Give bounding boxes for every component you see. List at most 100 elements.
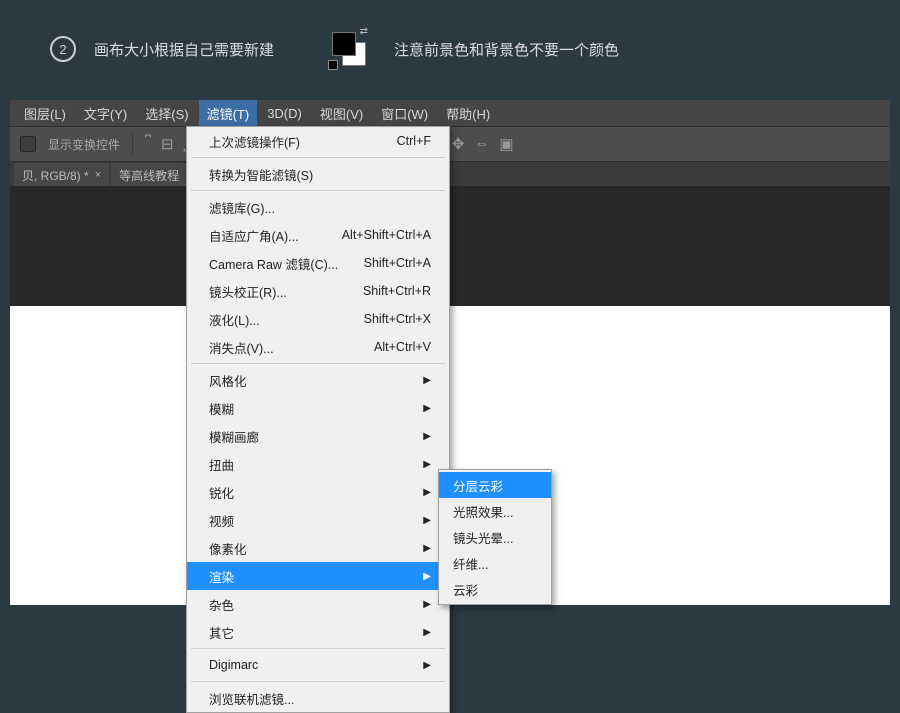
submenu-item-label: 分层云彩 [453, 476, 503, 495]
menu-view[interactable]: 视图(V) [312, 100, 371, 127]
filter-menu-item[interactable]: 浏览联机滤镜... [187, 684, 449, 712]
submenu-item[interactable]: 云彩 [439, 576, 551, 602]
menu-item-shortcut: Ctrl+F [397, 134, 431, 148]
filter-menu-item[interactable]: 液化(L)... Shift+Ctrl+X [187, 305, 449, 333]
menu-item-label: Digimarc [209, 658, 258, 672]
filter-menu-item[interactable]: 模糊画廊▶ [187, 422, 449, 450]
filter-menu-item[interactable]: 上次滤镜操作(F) Ctrl+F [187, 127, 449, 155]
filter-menu-item[interactable]: 渲染 ▶ [187, 562, 449, 590]
submenu-arrow-icon: ▶ [423, 375, 431, 386]
align-vcenter-icon[interactable]: ⊟ [161, 135, 174, 153]
doc-tab-2-label: 等高线教程 [119, 167, 179, 184]
menubar: 图层(L) 文字(Y) 选择(S) 滤镜(T) 3D(D) 视图(V) 窗口(W… [10, 100, 890, 127]
menu-item-label: 像素化 [209, 539, 247, 558]
step-number: 2 [59, 42, 66, 57]
submenu-item-label: 纤维... [453, 554, 488, 573]
close-icon[interactable]: × [95, 169, 101, 181]
options-bar: 显示变换控件 ⎴ ⊟ ⎵ ⎡ ⊞ ⎦ ▥ ▤ 3D 模式： ☁ ⟳ ✥ ⇔ ▣ [10, 127, 890, 162]
menu-item-label: 镜头校正(R)... [209, 282, 287, 301]
doc-tab-1[interactable]: 贝, RGB/8) * × [14, 163, 109, 188]
doc-tab-1-label: 贝, RGB/8) * [22, 167, 89, 184]
submenu-arrow-icon: ▶ [423, 515, 431, 526]
default-colors-icon [328, 60, 338, 70]
submenu-item-label: 光照效果... [453, 502, 513, 521]
menu-item-label: 自适应广角(A)... [209, 226, 299, 245]
menu-item-shortcut: Shift+Ctrl+R [363, 284, 431, 298]
tutorial-instruction-row: 2 画布大小根据自己需要新建 ⇄ 注意前景色和背景色不要一个颜色 [50, 32, 880, 66]
submenu-item[interactable]: 纤维... [439, 550, 551, 576]
show-transform-controls-checkbox[interactable] [20, 136, 36, 152]
align-top-icon[interactable]: ⎴ [145, 135, 151, 153]
doc-tab-2[interactable]: 等高线教程 [111, 163, 187, 188]
menu-item-label: 液化(L)... [209, 310, 260, 329]
submenu-item[interactable]: 光照效果... [439, 498, 551, 524]
filter-menu-item[interactable]: 视频 ▶ [187, 506, 449, 534]
menu-type[interactable]: 文字(Y) [76, 100, 135, 127]
menu-select[interactable]: 选择(S) [137, 100, 196, 127]
submenu-item-label: 云彩 [453, 580, 478, 599]
submenu-arrow-icon: ▶ [423, 459, 431, 470]
menu-item-label: 上次滤镜操作(F) [209, 132, 300, 151]
filter-menu-item[interactable]: 转换为智能滤镜(S) [187, 160, 449, 188]
document-tabs: 贝, RGB/8) * × 等高线教程 [10, 162, 890, 188]
submenu-arrow-icon: ▶ [423, 571, 431, 582]
filter-menu-item[interactable]: 自适应广角(A)... Alt+Shift+Ctrl+A [187, 221, 449, 249]
foreground-background-swatch: ⇄ [332, 32, 366, 66]
filter-menu-item[interactable]: Digimarc ▶ [187, 651, 449, 679]
submenu-item[interactable]: 分层云彩 [439, 472, 551, 498]
slide-icon[interactable]: ⇔ [474, 135, 489, 153]
filter-menu-item[interactable]: 锐化 ▶ [187, 478, 449, 506]
menu-3d[interactable]: 3D(D) [259, 102, 310, 125]
menu-filter[interactable]: 滤镜(T) [199, 100, 258, 127]
filter-menu-item[interactable]: 滤镜库(G)... [187, 193, 449, 221]
menu-separator [191, 648, 445, 649]
menu-item-label: 浏览联机滤镜... [209, 689, 294, 708]
menu-layer[interactable]: 图层(L) [16, 100, 74, 127]
menu-item-label: 模糊画廊 [209, 427, 259, 446]
menu-separator [191, 157, 445, 158]
filter-menu-item[interactable]: 像素化 ▶ [187, 534, 449, 562]
menu-separator [191, 363, 445, 364]
instruction-text-2: 注意前景色和背景色不要一个颜色 [394, 39, 619, 60]
camera-icon[interactable]: ▣ [499, 135, 513, 153]
submenu-arrow-icon: ▶ [423, 660, 431, 671]
submenu-item-label: 镜头光晕... [453, 528, 513, 547]
menu-item-label: 杂色 [209, 595, 234, 614]
menu-item-label: Camera Raw 滤镜(C)... [209, 254, 338, 273]
menu-item-label: 消失点(V)... [209, 338, 274, 357]
menu-separator [191, 681, 445, 682]
menu-window[interactable]: 窗口(W) [373, 100, 436, 127]
submenu-arrow-icon: ▶ [423, 543, 431, 554]
filter-dropdown-menu: 上次滤镜操作(F)Ctrl+F转换为智能滤镜(S)滤镜库(G)...自适应广角(… [186, 126, 450, 713]
menu-item-shortcut: Alt+Shift+Ctrl+A [342, 228, 431, 242]
filter-menu-item[interactable]: 消失点(V)... Alt+Ctrl+V [187, 333, 449, 361]
menu-item-label: 锐化 [209, 483, 234, 502]
menu-item-label: 扭曲 [209, 455, 234, 474]
swap-colors-icon: ⇄ [360, 26, 368, 37]
menu-item-label: 模糊 [209, 399, 234, 418]
instruction-text-1: 画布大小根据自己需要新建 [94, 39, 274, 60]
filter-menu-item[interactable]: 扭曲 ▶ [187, 450, 449, 478]
menu-item-label: 转换为智能滤镜(S) [209, 165, 313, 184]
submenu-arrow-icon: ▶ [423, 403, 431, 414]
show-transform-controls-label: 显示变换控件 [48, 136, 120, 153]
filter-menu-item[interactable]: 杂色▶ [187, 590, 449, 618]
foreground-color-chip [332, 32, 356, 56]
filter-menu-item[interactable]: 模糊 ▶ [187, 394, 449, 422]
divider [132, 133, 133, 155]
menu-help[interactable]: 帮助(H) [438, 100, 498, 127]
menu-item-label: 视频 [209, 511, 234, 530]
menu-item-shortcut: Shift+Ctrl+X [364, 312, 431, 326]
filter-menu-item[interactable]: 其它▶ [187, 618, 449, 646]
filter-menu-item[interactable]: 风格化▶ [187, 366, 449, 394]
submenu-item[interactable]: 镜头光晕... [439, 524, 551, 550]
pan-icon[interactable]: ✥ [452, 135, 465, 153]
filter-menu-item[interactable]: 镜头校正(R)... Shift+Ctrl+R [187, 277, 449, 305]
submenu-arrow-icon: ▶ [423, 487, 431, 498]
step-number-badge: 2 [50, 36, 76, 62]
submenu-arrow-icon: ▶ [423, 627, 431, 638]
menu-item-label: 渲染 [209, 567, 234, 586]
filter-menu-item[interactable]: Camera Raw 滤镜(C)...Shift+Ctrl+A [187, 249, 449, 277]
menu-separator [191, 190, 445, 191]
menu-item-shortcut: Alt+Ctrl+V [374, 340, 431, 354]
